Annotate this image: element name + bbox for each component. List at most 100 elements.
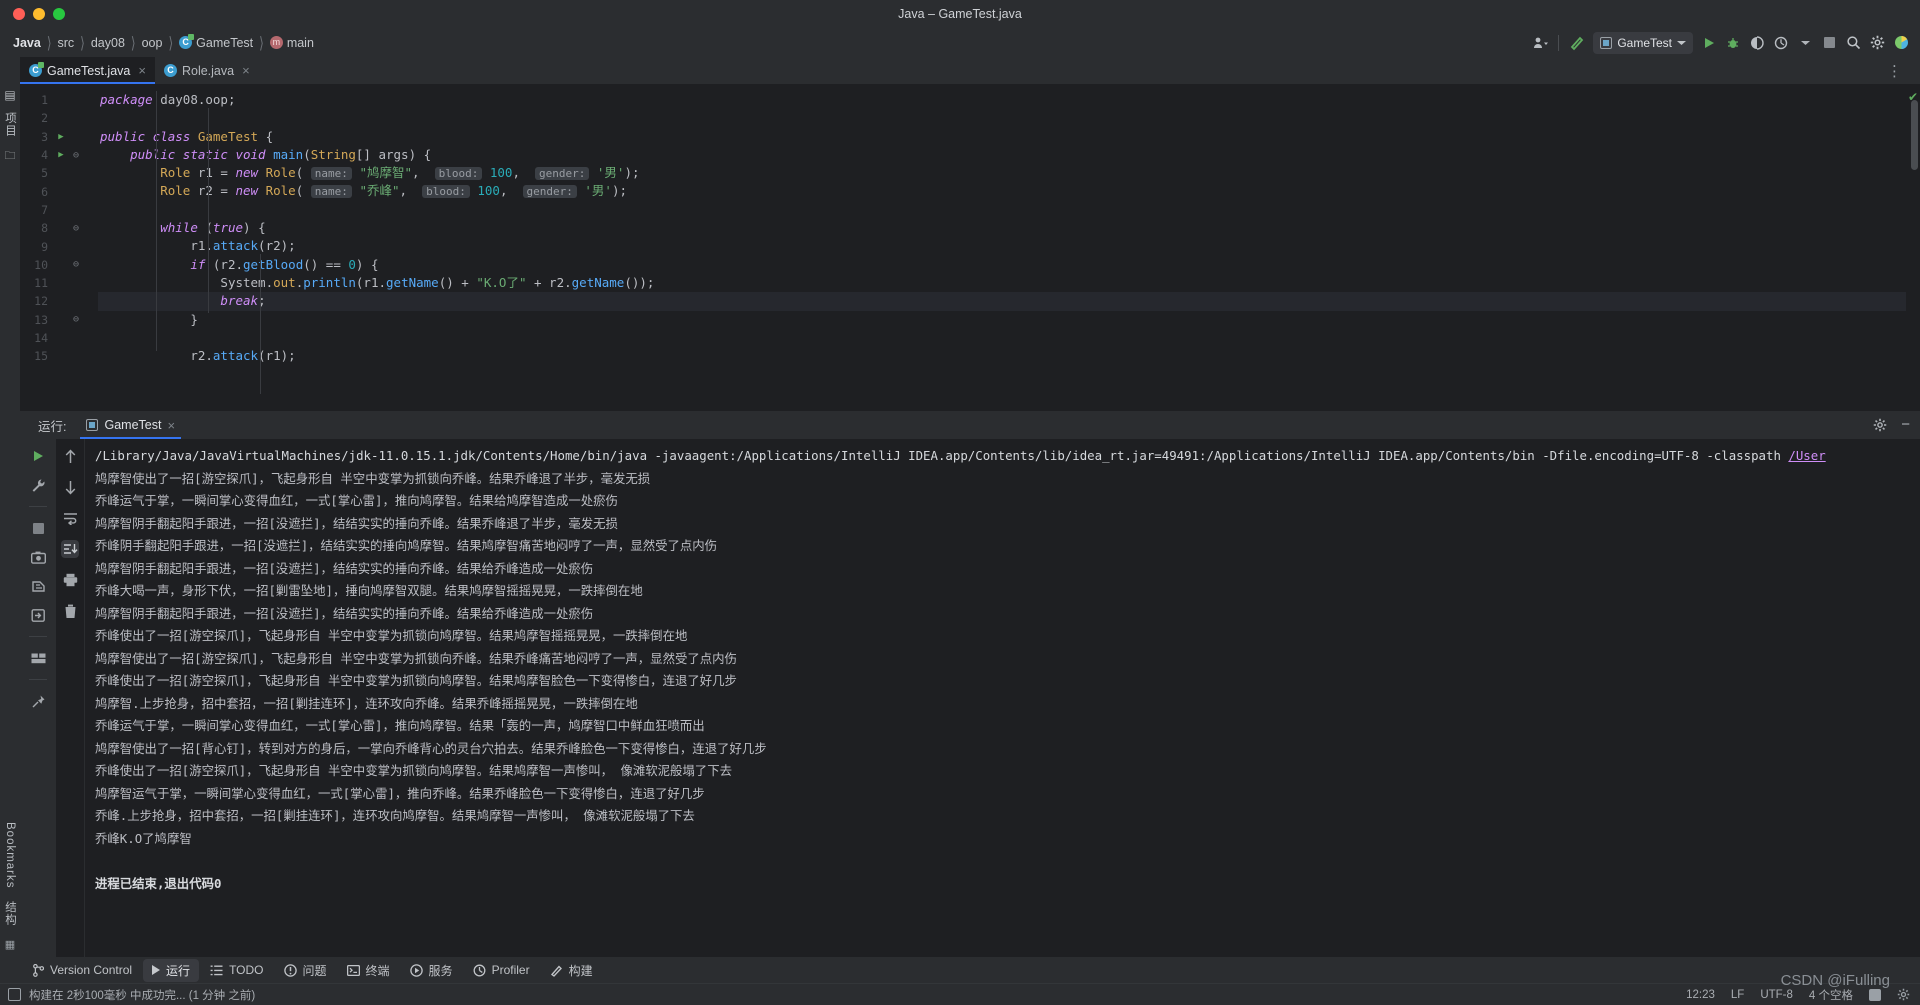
gutter-line[interactable]: 2	[20, 109, 98, 127]
console-output-line[interactable]: 鸠摩智阴手翻起阳手跟进，一招[没遮拦]，结结实实的捶向乔峰。结果给乔峰造成一处瘀…	[95, 558, 1920, 581]
search-everywhere-icon[interactable]	[1842, 32, 1864, 54]
fold-icon[interactable]: ⊖	[68, 223, 84, 234]
editor-scrollbar-thumb[interactable]	[1911, 100, 1918, 170]
gutter-line[interactable]: 4 ▶ ⊖	[20, 146, 98, 164]
stop-button[interactable]	[29, 519, 47, 537]
gutter-line[interactable]: 11	[20, 274, 98, 292]
editor-scrollbar-area[interactable]: ✔	[1906, 84, 1920, 411]
pin-icon[interactable]	[29, 692, 47, 710]
code-line[interactable]: Role r2 = new Role( name: "乔峰", blood: 1…	[98, 182, 1906, 200]
gutter-line[interactable]: 12	[20, 292, 98, 310]
fold-icon[interactable]: ⊖	[68, 259, 84, 270]
status-indent[interactable]: 4 个空格	[1809, 987, 1853, 1003]
print-icon[interactable]	[61, 571, 79, 589]
bottom-item-terminal[interactable]: 终端	[338, 959, 399, 982]
run-gutter-icon[interactable]: ▶	[54, 132, 68, 142]
code-line[interactable]: package day08.oop;	[98, 91, 1906, 109]
console-output-line[interactable]: 乔峰使出了一招[游空探爪]，飞起身形自 半空中变掌为抓锁向鸠摩智。结果鸠摩智摇摇…	[95, 625, 1920, 648]
gutter-line[interactable]: 1	[20, 91, 98, 109]
clear-all-icon[interactable]	[61, 602, 79, 620]
minimize-panel-icon[interactable]: −	[1901, 417, 1910, 432]
minimize-window-button[interactable]	[33, 7, 45, 20]
settings-gear-icon[interactable]	[1866, 32, 1888, 54]
console-output-line[interactable]: 乔峰使出了一招[游空探爪]，飞起身形自 半空中变掌为抓锁向鸠摩智。结果鸠摩智一声…	[95, 760, 1920, 783]
code-line[interactable]: while (true) {	[98, 219, 1906, 237]
console-output-line[interactable]: 鸠摩智运气于掌，一瞬间掌心变得血红，一式[掌心雷]，推向乔峰。结果乔峰脸色一下变…	[95, 783, 1920, 806]
code-content[interactable]: package day08.oop; public class GameTest…	[98, 84, 1906, 411]
console-output-line[interactable]: 乔峰阴手翻起阳手跟进，一招[没遮拦]，结结实实的捶向鸠摩智。结果鸠摩智痛苦地闷哼…	[95, 535, 1920, 558]
build-hammer-icon[interactable]	[1566, 32, 1588, 54]
console-command-line[interactable]: /Library/Java/JavaVirtualMachines/jdk-11…	[95, 445, 1920, 468]
gutter-line[interactable]: 15	[20, 347, 98, 365]
bottom-item-todo[interactable]: TODO	[201, 960, 272, 980]
scroll-up-icon[interactable]	[61, 447, 79, 465]
structure-stripe-label[interactable]: 结构	[2, 901, 18, 926]
breadcrumb-item-main[interactable]: m main	[267, 35, 317, 51]
code-line[interactable]: }	[98, 311, 1906, 329]
console-output-line[interactable]	[95, 850, 1920, 873]
console-output-line[interactable]: 乔峰使出了一招[游空探爪]，飞起身形自 半空中变掌为抓锁向鸠摩智。结果鸠摩智脸色…	[95, 670, 1920, 693]
console-output-line[interactable]: 鸠摩智使出了一招[游空探爪]，飞起身形自 半空中变掌为抓锁向乔峰。结果乔峰退了半…	[95, 468, 1920, 491]
code-line[interactable]	[98, 329, 1906, 347]
console-output-line[interactable]: 乔峰.上步抢身，招中套招，一招[剿挂连环]，连环攻向鸠摩智。结果鸠摩智一声惨叫，…	[95, 805, 1920, 828]
console-output-line[interactable]: 鸠摩智.上步抢身，招中套招，一招[剿挂连环]，连环攻向乔峰。结果乔峰摇摇晃晃，一…	[95, 693, 1920, 716]
bottom-item-build[interactable]: 构建	[541, 959, 602, 982]
build-status-message[interactable]: 构建在 2秒100毫秒 中成功完... (1 分钟 之前)	[29, 987, 255, 1003]
gutter-line[interactable]: 9	[20, 237, 98, 255]
profiler-button[interactable]	[1770, 32, 1792, 54]
bottom-item-services[interactable]: 服务	[401, 959, 462, 982]
code-line[interactable]: if (r2.getBlood() == 0) {	[98, 256, 1906, 274]
scroll-down-icon[interactable]	[61, 478, 79, 496]
code-line[interactable]	[98, 109, 1906, 127]
console-output-line[interactable]: 进程已结束,退出代码0	[95, 873, 1920, 896]
bottom-item-problems[interactable]: 问题	[275, 959, 336, 982]
tab-gametest-java[interactable]: C GameTest.java ×	[20, 57, 155, 84]
console-output-line[interactable]: 乔峰大喝一声，身形下伏，一招[剿雷坠地]，捶向鸠摩智双腿。结果鸠摩智摇摇晃晃，一…	[95, 580, 1920, 603]
breadcrumb[interactable]: Java ⟩ src ⟩ day08 ⟩ oop ⟩ C GameTest ⟩ …	[10, 33, 317, 52]
code-line[interactable]: Role r1 = new Role( name: "鸠摩智", blood: …	[98, 164, 1906, 182]
rerun-button[interactable]	[29, 447, 47, 465]
soft-wrap-icon[interactable]	[61, 509, 79, 527]
folder-icon[interactable]: 🗀	[5, 147, 16, 166]
status-line-separator[interactable]: LF	[1731, 989, 1744, 1001]
run-button[interactable]	[1698, 32, 1720, 54]
console-output-line[interactable]: 鸠摩智阴手翻起阳手跟进，一招[没遮拦]，结结实实的捶向乔峰。结果乔峰退了半步，毫…	[95, 513, 1920, 536]
maximize-window-button[interactable]	[53, 7, 65, 20]
fold-icon[interactable]: ⊖	[68, 314, 84, 325]
run-coverage-button[interactable]	[1746, 32, 1768, 54]
settings-wrench-icon[interactable]	[29, 476, 47, 494]
profile-user-icon[interactable]	[1529, 32, 1551, 54]
stop-button[interactable]	[1818, 32, 1840, 54]
status-settings-icon[interactable]	[1897, 988, 1910, 1001]
console-output-line[interactable]: 鸠摩智阴手翻起阳手跟进，一招[没遮拦]，结结实实的捶向乔峰。结果给乔峰造成一处瘀…	[95, 603, 1920, 626]
gutter-line[interactable]: 6	[20, 182, 98, 200]
console-output-line[interactable]: 乔峰运气于掌，一瞬间掌心变得血红，一式[掌心雷]，推向鸠摩智。结果「轰的一声，鸠…	[95, 715, 1920, 738]
console-output-line[interactable]: 乔峰运气于掌，一瞬间掌心变得血红，一式[掌心雷]，推向鸠摩智。结果给鸠摩智造成一…	[95, 490, 1920, 513]
bookmarks-stripe-label[interactable]: Bookmarks	[4, 822, 16, 889]
console-output-line[interactable]: 乔峰K.O了鸠摩智	[95, 828, 1920, 851]
run-tab-gametest[interactable]: GameTest ×	[80, 411, 181, 439]
camera-snapshot-icon[interactable]	[29, 548, 47, 566]
code-line[interactable]: System.out.println(r1.getName() + "K.O了"…	[98, 274, 1906, 292]
gutter-line[interactable]: 7	[20, 201, 98, 219]
code-line[interactable]: public class GameTest {	[98, 128, 1906, 146]
fold-icon[interactable]: ⊖	[68, 150, 84, 161]
gutter-line[interactable]: 14	[20, 329, 98, 347]
chevron-down-icon[interactable]	[1794, 32, 1816, 54]
ide-assistant-icon[interactable]	[1890, 32, 1912, 54]
bottom-item-run[interactable]: 运行	[143, 958, 200, 982]
export-icon[interactable]	[29, 606, 47, 624]
bottom-item-version-control[interactable]: Version Control	[24, 960, 141, 980]
status-lock-icon[interactable]	[1869, 988, 1881, 1001]
code-editor[interactable]: 1 2 3 ▶ 4 ▶ ⊖ 5 6 7 8 ⊖ 9 10 ⊖ 11 12 13 ⊖ 14 15 package day0…	[20, 84, 1920, 411]
debug-button[interactable]	[1722, 32, 1744, 54]
status-encoding[interactable]: UTF-8	[1760, 989, 1793, 1001]
run-configuration-selector[interactable]: GameTest	[1593, 31, 1693, 54]
breadcrumb-item-src[interactable]: src	[55, 35, 78, 51]
code-line[interactable]: break;	[98, 292, 1906, 311]
window-controls[interactable]	[0, 7, 65, 20]
tab-role-java[interactable]: C Role.java ×	[155, 57, 259, 84]
code-line[interactable]: r1.attack(r2);	[98, 237, 1906, 255]
console-output-line[interactable]: 鸠摩智使出了一招[背心钉]，转到对方的身后，一掌向乔峰背心的灵台穴拍去。结果乔峰…	[95, 738, 1920, 761]
code-line[interactable]: public static void main(String[] args) {	[98, 146, 1906, 164]
